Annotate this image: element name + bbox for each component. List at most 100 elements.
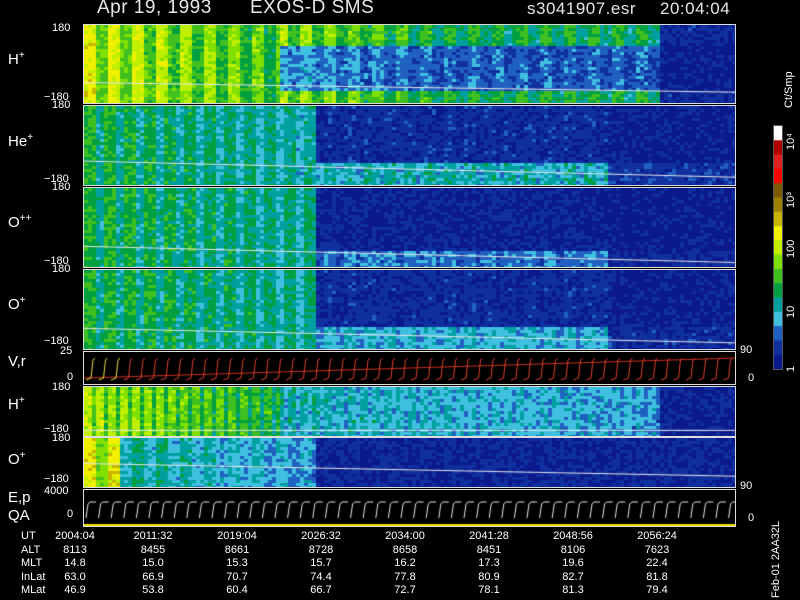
colorbar — [773, 125, 783, 370]
ephemeris-cell: 17.3 — [478, 557, 500, 569]
tick-right-top: 90 — [740, 344, 753, 356]
ephemeris-cell: 22.4 — [646, 557, 668, 569]
colorbar-canvas — [774, 126, 782, 369]
ephemeris-cell: 60.4 — [226, 584, 248, 596]
ephemeris-cell: 16.2 — [394, 557, 416, 569]
tick-top: 4000 — [44, 485, 69, 497]
spectrogram-panel-o-plus — [83, 269, 736, 350]
ephemeris-cell: 8455 — [140, 543, 166, 556]
spectrogram-panel-he-plus — [83, 105, 736, 186]
ephemeris-row: MLat 46.9 53.8 60.4 66.7 72.7 78.1 81.3 79.4 — [0, 584, 760, 597]
panel-label-o-plus-plus: O++ — [8, 213, 32, 231]
ephemeris-cell: 15.3 — [226, 557, 248, 569]
ephemeris-row: MLT 14.8 15.0 15.3 15.7 16.2 17.3 19.6 22.4 — [0, 557, 760, 570]
panel-label-o-plus: O+ — [8, 295, 26, 313]
colorbar-tick: 10 — [785, 305, 797, 318]
tick-bottom: −180 — [44, 473, 69, 485]
ephemeris-row-header: UT — [21, 530, 36, 542]
spectrogram-canvas — [84, 387, 735, 436]
spectrogram-canvas — [84, 106, 735, 185]
colorbar-tick: 10⁴ — [785, 133, 797, 150]
ephemeris-cell: 8728 — [308, 543, 334, 556]
spectrogram-canvas — [84, 188, 735, 267]
spectrogram-display: Apr 19, 1993 EXOS-D SMS s3041907.esr 20:… — [0, 0, 800, 600]
colorbar-tick: 1 — [785, 365, 797, 372]
ephemeris-cell: 8113 — [63, 543, 87, 556]
tick-bottom: 0 — [67, 508, 74, 520]
spectrogram-canvas — [84, 25, 735, 103]
ephemeris-cell: 2011:32 — [133, 530, 173, 542]
ephemeris-cell: 77.8 — [394, 570, 416, 583]
panel-label-o-plus-2: O+ — [8, 450, 26, 468]
ephemeris-cell: 2019:04 — [217, 530, 257, 542]
tick-top: 180 — [52, 181, 71, 193]
ephemeris-cell: 7623 — [644, 543, 670, 556]
ephemeris-cell: 2004:04 — [55, 530, 95, 542]
ephemeris-row: UT 2004:04 2011:32 2019:04 2026:32 2034:00 204… — [0, 530, 760, 543]
title-time: 20:04:04 — [660, 0, 731, 18]
ephemeris-cell: 53.8 — [142, 584, 164, 596]
velocity-panel — [83, 351, 736, 385]
panel-label-ep: E,p — [8, 489, 31, 506]
tick-top: 180 — [52, 381, 71, 393]
title-date: Apr 19, 1993 — [97, 0, 212, 18]
panel-label-qa: QA — [8, 507, 30, 524]
ephemeris-cell: 8658 — [392, 543, 418, 556]
colorbar-tick: 10³ — [785, 192, 797, 208]
spectrogram-panel-h-plus-2 — [83, 386, 736, 437]
ephemeris-cell: 14.8 — [64, 557, 86, 569]
ephemeris-cell: 8661 — [224, 543, 250, 556]
tick-right-bottom: 0 — [748, 372, 755, 384]
ephemeris-cell: 66.9 — [142, 570, 164, 583]
ephemeris-cell: 2034:00 — [385, 530, 425, 542]
spectrogram-canvas — [84, 438, 735, 487]
panel-label-he-plus: He+ — [8, 132, 34, 150]
tick-right-bottom: 90 — [740, 480, 753, 492]
ephemeris-cell: 81.3 — [562, 584, 584, 596]
ephemeris-cell: 72.7 — [394, 584, 416, 596]
spectrogram-panel-o-plus-plus — [83, 187, 736, 268]
ephemeris-row: ALT 8113 8455 8661 8728 8658 8451 8106 7623 — [0, 544, 760, 557]
panel-label-h-plus-2: H+ — [8, 395, 25, 413]
tick-right-bottom: 0 — [748, 512, 755, 524]
ephemeris-cell: 8106 — [560, 543, 586, 556]
ephemeris-cell: 79.4 — [646, 584, 668, 596]
spectrogram-panel-o-plus-2 — [83, 437, 736, 488]
colorbar-units: Ct/Smp — [783, 71, 795, 108]
energy-panel — [83, 489, 736, 527]
ephemeris-row-header: MLT — [21, 557, 43, 569]
tick-top: 180 — [52, 22, 71, 34]
ephemeris-cell: 78.1 — [478, 584, 500, 596]
ephemeris-cell: 81.8 — [646, 570, 668, 583]
tick-top: 180 — [52, 432, 71, 444]
ephemeris-cell: 2041:28 — [469, 530, 509, 542]
tick-top: 180 — [52, 99, 71, 111]
panel-label-h-plus: H+ — [8, 50, 25, 68]
ephemeris-cell: 74.4 — [310, 570, 332, 583]
title-file: s3041907.esr — [527, 0, 637, 18]
ephemeris-cell: 63.0 — [64, 570, 86, 583]
ephemeris-cell: 46.9 — [64, 584, 86, 596]
tick-top: 25 — [60, 345, 73, 357]
ephemeris-cell: 82.7 — [562, 570, 584, 583]
energy-canvas — [84, 490, 735, 526]
ephemeris-cell: 70.7 — [226, 570, 248, 583]
velocity-canvas — [84, 352, 735, 384]
tick-top: 180 — [52, 263, 71, 275]
spectrogram-panel-h-plus — [83, 24, 736, 104]
spectrogram-canvas — [84, 270, 735, 349]
generation-stamp: Feb-01 2AA32L — [770, 520, 782, 598]
colorbar-tick: 100 — [785, 239, 797, 258]
ephemeris-cell: 66.7 — [310, 584, 332, 596]
ephemeris-cell: 2026:32 — [301, 530, 341, 542]
ephemeris-cell: 8451 — [476, 543, 502, 556]
panel-label-vr: V,r — [8, 353, 26, 370]
ephemeris-cell: 19.6 — [562, 557, 584, 569]
ephemeris-cell: 80.9 — [478, 570, 500, 583]
ephemeris-row-header: ALT — [21, 543, 41, 556]
title-instrument: EXOS-D SMS — [250, 0, 375, 18]
ephemeris-cell: 15.0 — [142, 557, 164, 569]
ephemeris-cell: 2056:24 — [637, 530, 677, 542]
ephemeris-cell: 2048:56 — [553, 530, 593, 542]
ephemeris-cell: 15.7 — [310, 557, 332, 569]
